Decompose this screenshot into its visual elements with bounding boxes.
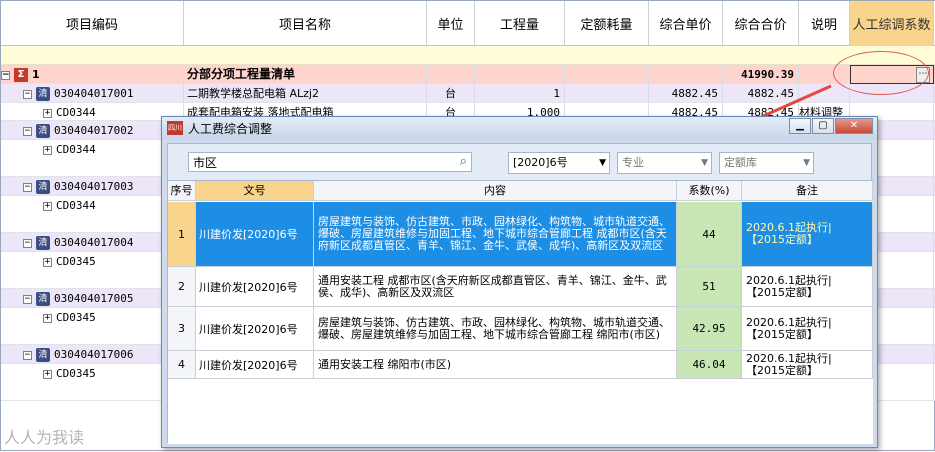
cell-content: 房屋建筑与装饰、仿古建筑、市政、园林绿化、构筑物、城市轨道交通、爆破、房屋建筑维… [314, 202, 677, 266]
cell-note: 2020.6.1起执行|【2015定额】 [742, 351, 873, 378]
cell-content: 通用安装工程 成都市区(含天府新区成都直管区、青羊、锦江、金牛、武侯、成华)、高… [314, 267, 677, 306]
cell-idx: 4 [168, 351, 196, 378]
chevron-down-icon: ▼ [701, 158, 708, 168]
cell-doc: 川建价发[2020]6号 [196, 202, 314, 266]
cell-doc: 川建价发[2020]6号 [196, 267, 314, 306]
cell-doc: 川建价发[2020]6号 [196, 351, 314, 378]
cell-content: 房屋建筑与装饰、仿古建筑、市政、园林绿化、构筑物、城市轨道交通、爆破、房屋建筑维… [314, 307, 677, 350]
search-input[interactable] [189, 153, 444, 171]
library-value: 定额库 [724, 156, 757, 169]
major-select[interactable]: 专业 ▼ [617, 152, 712, 174]
th-index[interactable]: 序号 [168, 181, 196, 201]
doc-number-value: [2020]6号 [513, 156, 568, 169]
coef-row[interactable]: 4 川建价发[2020]6号 通用安装工程 绵阳市(市区) 46.04 2020.6.1… [168, 351, 873, 379]
dialog-titlebar[interactable]: 四川 人工费综合调整 ▁ ▢ ✕ [162, 117, 877, 139]
maximize-button[interactable]: ▢ [812, 118, 834, 134]
close-button[interactable]: ✕ [835, 118, 873, 134]
coef-table: 序号 文号 内容 系数(%) 备注 1 川建价发[2020]6号 房屋建筑与装饰、仿… [168, 180, 873, 444]
search-box[interactable]: ⌕ [188, 152, 472, 172]
th-note[interactable]: 备注 [742, 181, 873, 201]
coef-row[interactable]: 1 川建价发[2020]6号 房屋建筑与装饰、仿古建筑、市政、园林绿化、构筑物、城市… [168, 202, 873, 267]
th-doc[interactable]: 文号 [196, 181, 314, 201]
search-icon[interactable]: ⌕ [460, 154, 467, 169]
labor-adjust-dialog: 四川 人工费综合调整 ▁ ▢ ✕ ⌕ [2020]6号 ▼ 专业 ▼ 定额库 ▼… [161, 116, 878, 448]
app-logo-icon: 四川 [167, 121, 183, 135]
doc-number-select[interactable]: [2020]6号 ▼ [508, 152, 610, 174]
chevron-down-icon: ▼ [599, 158, 606, 168]
coef-row[interactable]: 2 川建价发[2020]6号 通用安装工程 成都市区(含天府新区成都直管区、青羊、锦… [168, 267, 873, 307]
cell-idx: 2 [168, 267, 196, 306]
cell-idx: 3 [168, 307, 196, 350]
library-select[interactable]: 定额库 ▼ [719, 152, 814, 174]
th-coef[interactable]: 系数(%) [677, 181, 742, 201]
dialog-body: ⌕ [2020]6号 ▼ 专业 ▼ 定额库 ▼ 序号 文号 内容 系数(%) 备… [167, 143, 873, 444]
coef-row[interactable]: 3 川建价发[2020]6号 房屋建筑与装饰、仿古建筑、市政、园林绿化、构筑物、城市… [168, 307, 873, 351]
cell-note: 2020.6.1起执行|【2015定额】 [742, 202, 873, 266]
major-value: 专业 [622, 156, 644, 169]
cell-note: 2020.6.1起执行|【2015定额】 [742, 267, 873, 306]
cell-note: 2020.6.1起执行|【2015定额】 [742, 307, 873, 350]
th-content[interactable]: 内容 [314, 181, 677, 201]
cell-idx: 1 [168, 202, 196, 266]
chevron-down-icon: ▼ [803, 158, 810, 168]
cell-coef: 44 [677, 202, 742, 266]
dialog-title: 人工费综合调整 [188, 122, 273, 136]
minimize-button[interactable]: ▁ [789, 118, 811, 134]
watermark: 人人为我读 [4, 428, 85, 447]
cell-coef: 51 [677, 267, 742, 306]
cell-doc: 川建价发[2020]6号 [196, 307, 314, 350]
cell-coef: 46.04 [677, 351, 742, 378]
cell-coef: 42.95 [677, 307, 742, 350]
cell-content: 通用安装工程 绵阳市(市区) [314, 351, 677, 378]
